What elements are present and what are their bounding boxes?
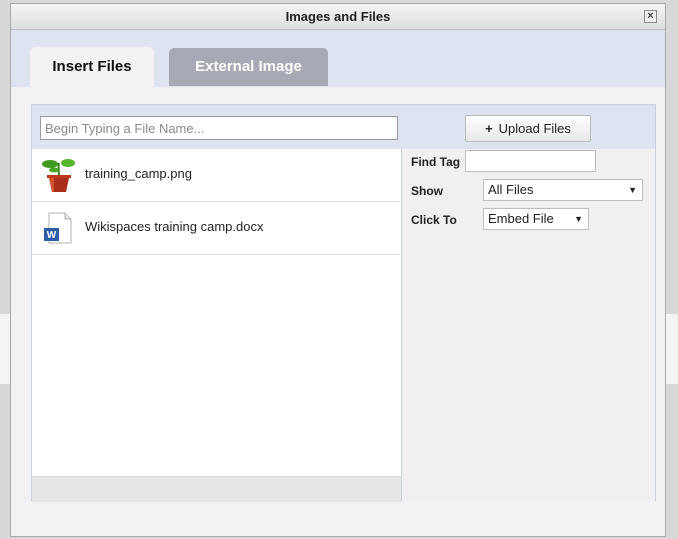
find-tag-label: Find Tag [411, 155, 461, 169]
svg-text:W: W [47, 230, 57, 241]
show-select[interactable]: All Files ▼ [483, 179, 643, 201]
insert-files-panel: + Upload Files training_camp.png [31, 104, 656, 502]
file-list-footer [32, 476, 401, 502]
panel-header: + Upload Files [32, 105, 655, 149]
upload-files-label: Upload Files [498, 121, 571, 136]
click-to-select[interactable]: Embed File ▼ [483, 208, 589, 230]
file-name: training_camp.png [85, 166, 192, 181]
file-search-input[interactable] [40, 116, 398, 140]
file-name: Wikispaces training camp.docx [85, 219, 264, 234]
plus-icon: + [485, 121, 493, 136]
file-list: training_camp.png W Wikispaces training … [32, 149, 400, 501]
background-strip-right [666, 314, 678, 384]
list-item[interactable]: W Wikispaces training camp.docx [32, 202, 400, 255]
dialog-titlebar: Images and Files × [11, 4, 665, 30]
dialog-title: Images and Files [285, 9, 391, 24]
images-and-files-dialog: Images and Files × Insert Files External… [10, 3, 666, 537]
filter-sidebar: Find Tag Show All Files ▼ Click To Embed… [402, 149, 655, 501]
list-item[interactable]: training_camp.png [32, 149, 400, 202]
chevron-down-icon: ▼ [628, 185, 637, 195]
chevron-down-icon: ▼ [574, 214, 583, 224]
show-select-value: All Files [488, 182, 534, 197]
find-tag-input[interactable] [465, 150, 596, 172]
show-label: Show [411, 184, 443, 198]
tab-external-image[interactable]: External Image [169, 48, 328, 86]
upload-files-button[interactable]: + Upload Files [465, 115, 591, 142]
word-document-icon: W [44, 212, 72, 244]
tab-insert-files[interactable]: Insert Files [30, 47, 154, 87]
plant-image-icon [42, 159, 75, 192]
close-icon[interactable]: × [644, 10, 657, 23]
click-to-select-value: Embed File [488, 211, 554, 226]
tab-strip: Insert Files External Image [11, 30, 665, 87]
click-to-label: Click To [411, 213, 457, 227]
